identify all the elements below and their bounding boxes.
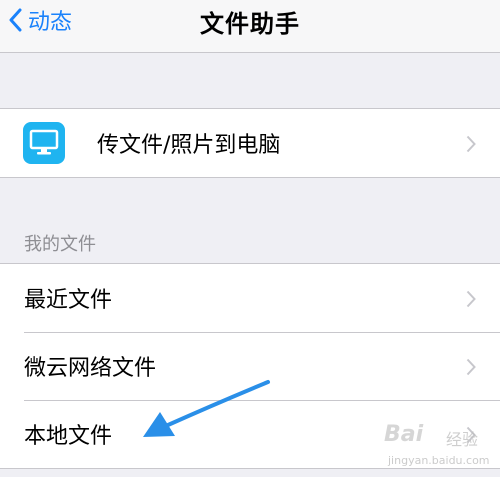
watermark-product: 经验 [446, 430, 479, 449]
chevron-right-icon [466, 358, 476, 376]
baidu-watermark: Bai 经验 jingyan.baidu.com [384, 414, 500, 474]
page-title: 文件助手 [200, 10, 300, 38]
weiyun-files-cell[interactable]: 微云网络文件 [0, 332, 500, 400]
chevron-right-icon [466, 290, 476, 308]
watermark-brand: Bai [384, 422, 424, 447]
local-files-label: 本地文件 [24, 424, 113, 449]
chevron-right-icon [466, 135, 476, 153]
recent-files-cell[interactable]: 最近文件 [0, 264, 500, 332]
section-header-my-files: 我的文件 [24, 234, 96, 255]
monitor-icon [23, 122, 65, 164]
transfer-group: 传文件/照片到电脑 [0, 108, 500, 178]
watermark-url: jingyan.baidu.com [388, 454, 490, 467]
recent-files-label: 最近文件 [24, 288, 113, 313]
transfer-to-computer-cell[interactable]: 传文件/照片到电脑 [0, 109, 500, 177]
transfer-label: 传文件/照片到电脑 [97, 133, 281, 158]
weiyun-files-label: 微云网络文件 [24, 356, 157, 381]
navigation-bar: 动态 文件助手 [0, 0, 500, 53]
